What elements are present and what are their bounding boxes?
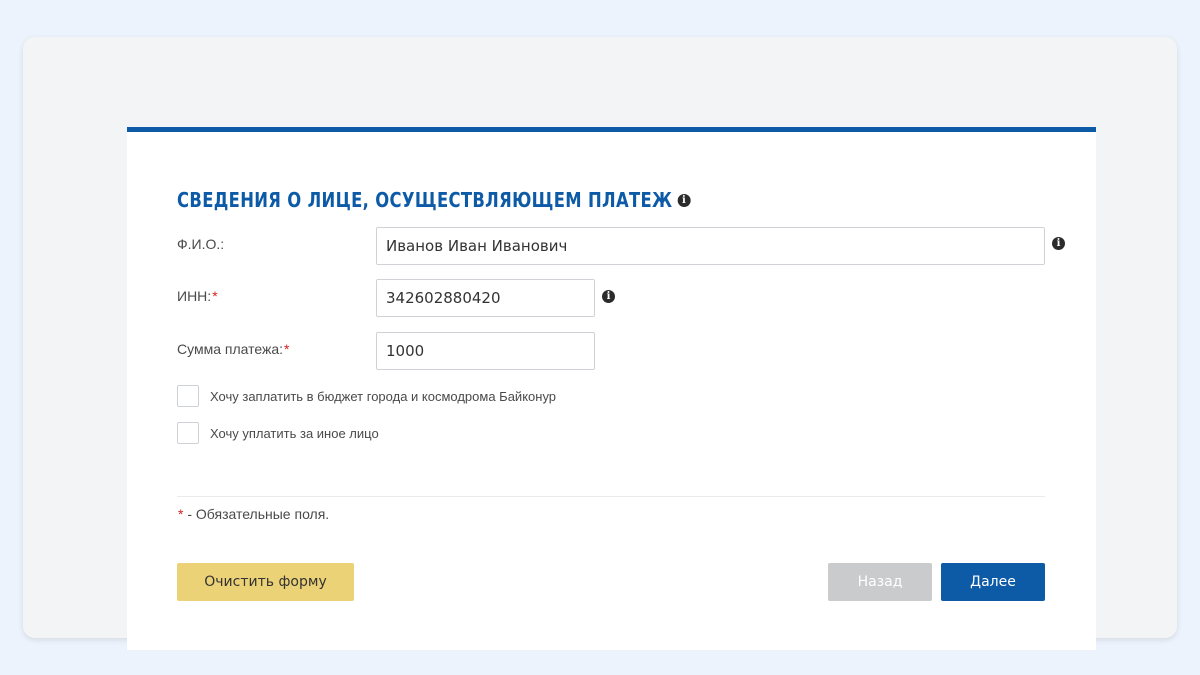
clear-form-button[interactable]: Очистить форму: [177, 563, 354, 601]
baikonur-checkbox-label[interactable]: Хочу заплатить в бюджет города и космодр…: [210, 389, 556, 404]
section-title: СВЕДЕНИЯ О ЛИЦЕ, ОСУЩЕСТВЛЯЮЩЕМ ПЛАТЕЖ i: [177, 188, 691, 212]
other-person-checkbox-label[interactable]: Хочу уплатить за иное лицо: [210, 426, 379, 441]
section-title-text: СВЕДЕНИЯ О ЛИЦЕ, ОСУЩЕСТВЛЯЮЩЕМ ПЛАТЕЖ: [177, 188, 673, 212]
required-asterisk: *: [212, 288, 218, 304]
back-button[interactable]: Назад: [828, 563, 932, 601]
info-icon[interactable]: i: [677, 193, 691, 207]
divider: [177, 496, 1045, 497]
next-button[interactable]: Далее: [941, 563, 1045, 601]
baikonur-checkbox[interactable]: [177, 385, 199, 407]
amount-label-text: Сумма платежа:: [177, 341, 284, 357]
amount-label: Сумма платежа:*: [177, 341, 290, 357]
checkbox-row-baikonur: Хочу заплатить в бюджет города и космодр…: [177, 385, 556, 407]
fio-input[interactable]: [376, 227, 1045, 265]
required-note-text: - Обязательные поля.: [187, 506, 330, 522]
inn-info-icon[interactable]: i: [602, 290, 615, 303]
fio-label: Ф.И.О.:: [177, 236, 224, 252]
fio-info-icon[interactable]: i: [1052, 237, 1065, 250]
amount-input[interactable]: [376, 332, 595, 370]
payer-form-panel: СВЕДЕНИЯ О ЛИЦЕ, ОСУЩЕСТВЛЯЮЩЕМ ПЛАТЕЖ i…: [127, 127, 1096, 650]
fio-label-text: Ф.И.О.:: [177, 236, 225, 252]
inn-label-text: ИНН:: [177, 288, 212, 304]
inn-input[interactable]: [376, 279, 595, 317]
required-asterisk: *: [284, 341, 290, 357]
other-person-checkbox[interactable]: [177, 422, 199, 444]
outer-card: СВЕДЕНИЯ О ЛИЦЕ, ОСУЩЕСТВЛЯЮЩЕМ ПЛАТЕЖ i…: [23, 37, 1177, 650]
required-asterisk: *: [178, 506, 184, 522]
required-note: * - Обязательные поля.: [177, 506, 329, 522]
inn-label: ИНН:*: [177, 288, 218, 304]
checkbox-row-other-person: Хочу уплатить за иное лицо: [177, 422, 379, 444]
